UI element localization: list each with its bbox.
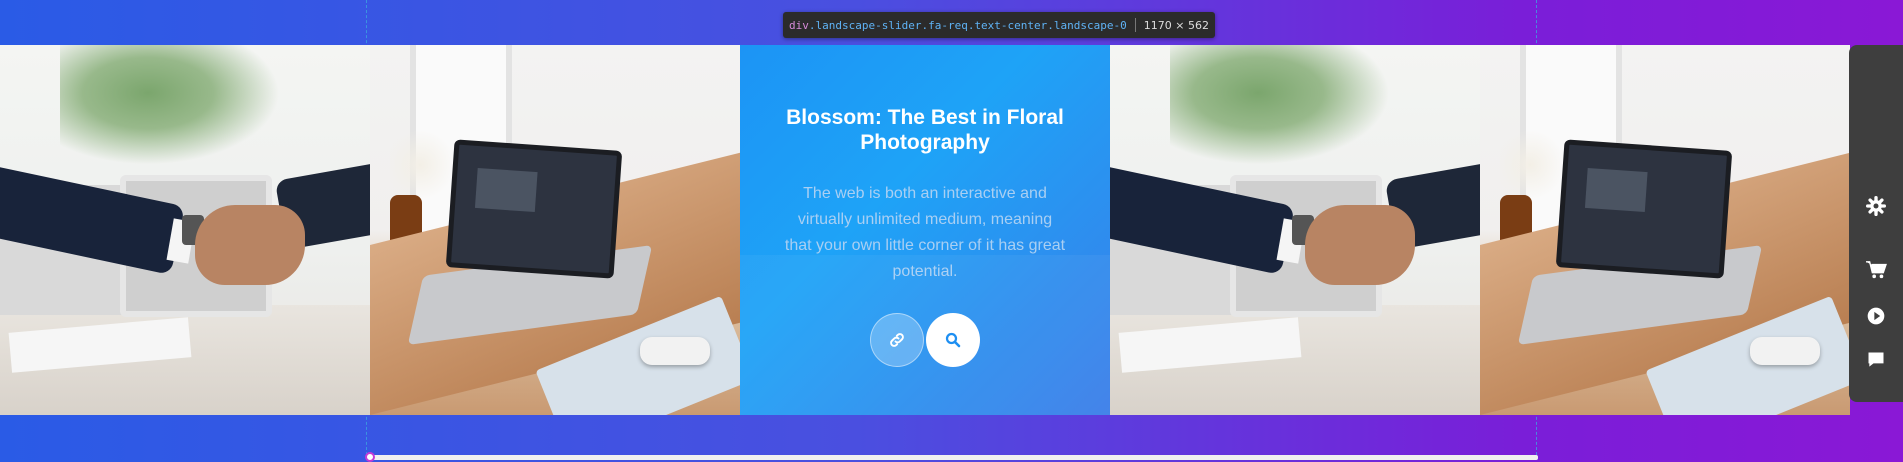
- link-icon: [890, 333, 904, 347]
- inspector-dimensions: 1170 × 562: [1143, 18, 1209, 32]
- track-handle[interactable]: [365, 452, 375, 462]
- cart-icon: [1866, 261, 1887, 279]
- cart-button[interactable]: [1849, 253, 1903, 287]
- slide-laptop-1[interactable]: [370, 45, 740, 415]
- inspector-separator: [1134, 18, 1136, 32]
- side-tools-panel: [1849, 45, 1903, 402]
- chat-button[interactable]: [1849, 343, 1903, 377]
- chat-icon: [1868, 352, 1884, 367]
- inspector-classes: .landscape-slider.fa-req.text-center.lan…: [808, 18, 1127, 32]
- gear-icon: [1866, 196, 1886, 216]
- slide-handshake-2[interactable]: [1110, 45, 1480, 415]
- play-button[interactable]: [1849, 299, 1903, 333]
- search-icon: [945, 332, 961, 348]
- settings-button[interactable]: [1849, 189, 1903, 223]
- link-button[interactable]: [870, 313, 924, 367]
- inspector-tooltip: div .landscape-slider.fa-req.text-center.…: [783, 12, 1215, 38]
- inspector-tag: div: [789, 18, 809, 32]
- slide-handshake-1[interactable]: [0, 45, 370, 415]
- card-title: Blossom: The Best in Floral Photography: [786, 106, 1064, 154]
- feature-card: Blossom: The Best in Floral Photography …: [740, 45, 1110, 415]
- slide-laptop-2[interactable]: [1480, 45, 1850, 415]
- bottom-track: [366, 455, 1538, 460]
- card-buttons: [740, 313, 1110, 367]
- play-icon: [1867, 307, 1885, 325]
- search-button[interactable]: [926, 313, 980, 367]
